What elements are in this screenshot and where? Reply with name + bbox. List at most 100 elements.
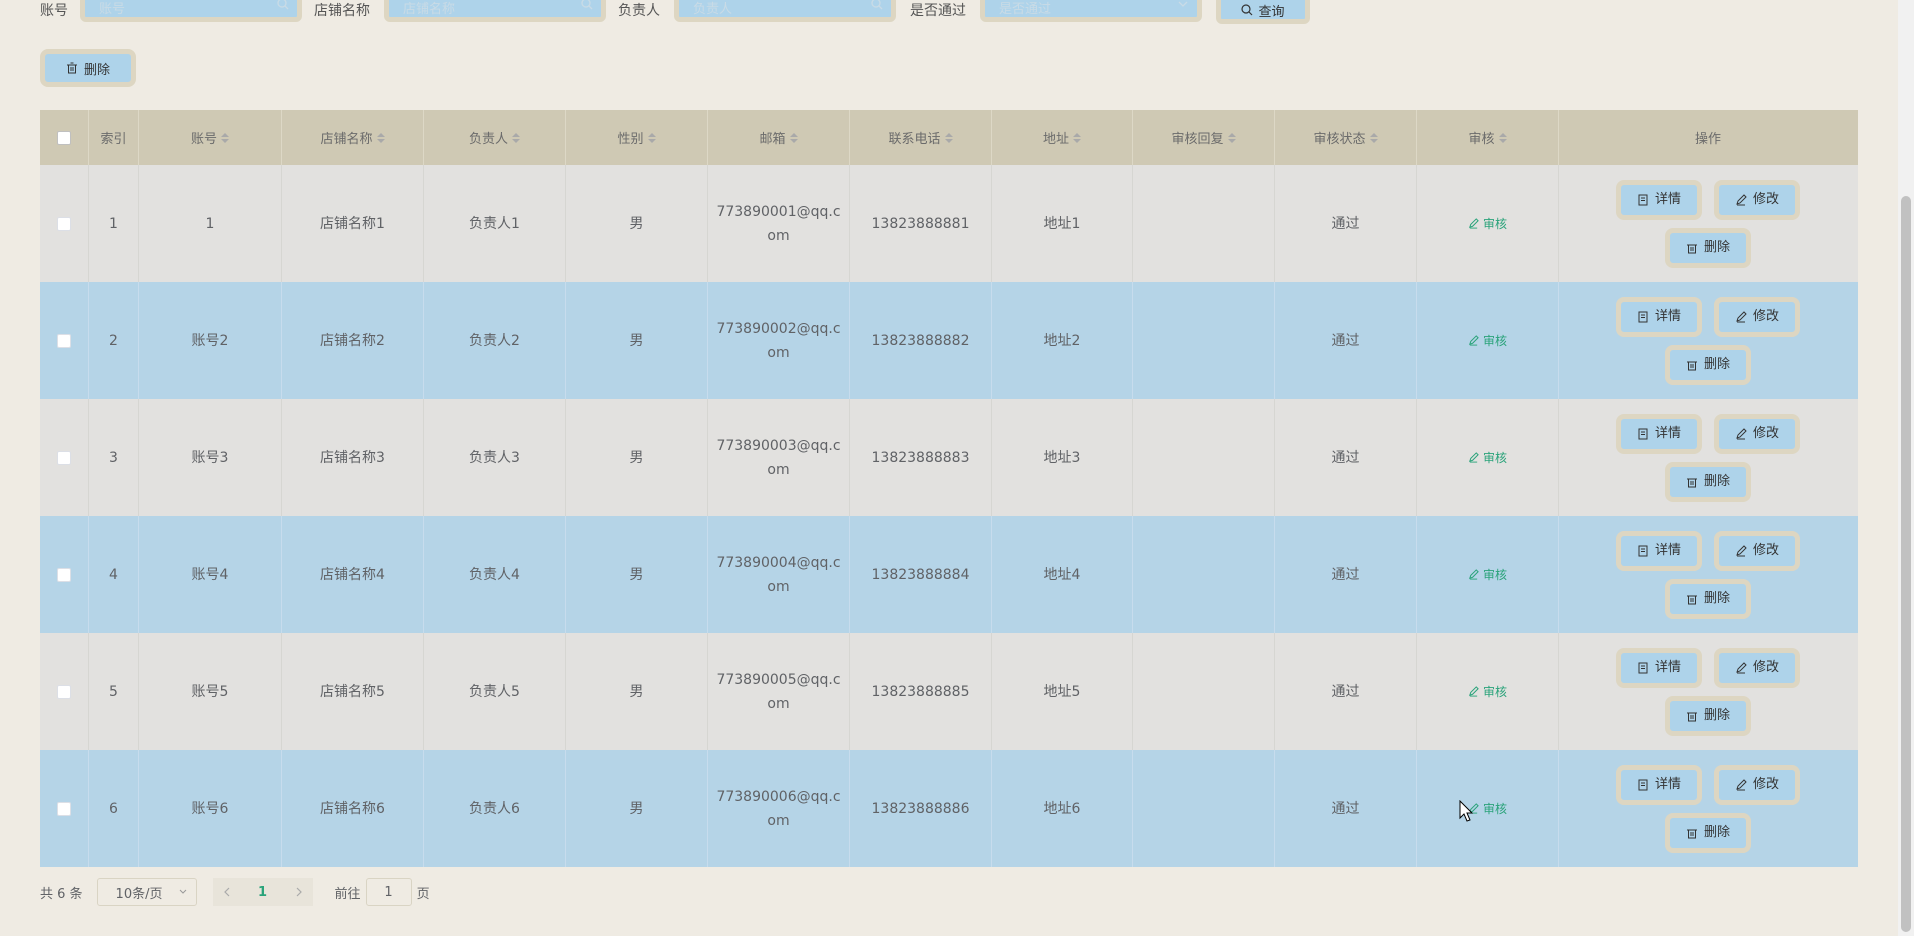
sort-icon[interactable] xyxy=(1498,132,1507,143)
edit-button[interactable]: 修改 xyxy=(1714,296,1800,337)
sort-icon[interactable] xyxy=(1369,132,1378,143)
detail-button[interactable]: 详情 xyxy=(1616,764,1702,805)
cell-email: 773890001@qq.c om xyxy=(708,165,850,282)
email-line: 773890004@qq.c xyxy=(716,554,841,571)
table-row[interactable]: 1 1 店铺名称1 负责人1 男 773890001@qq.c om 13823888881 地… xyxy=(40,165,1858,282)
edit-label: 修改 xyxy=(1752,776,1779,792)
header-address-label: 地址 xyxy=(1042,132,1069,147)
shop-search-input[interactable]: 店铺名称 xyxy=(384,0,606,22)
scroll-thumb[interactable] xyxy=(1901,196,1911,932)
delete-button[interactable]: 删除 xyxy=(1665,227,1751,268)
header-email[interactable]: 邮箱 xyxy=(708,110,850,165)
email-line: om xyxy=(767,812,790,829)
header-audit-reply[interactable]: 审核回复 xyxy=(1133,110,1275,165)
header-manager-label: 负责人 xyxy=(468,132,508,147)
manager-search-input[interactable]: 负责人 xyxy=(674,0,896,22)
row-checkbox[interactable] xyxy=(57,333,71,348)
cell-account: 账号3 xyxy=(139,399,282,516)
header-manager[interactable]: 负责人 xyxy=(424,110,566,165)
header-audit-status[interactable]: 审核状态 xyxy=(1275,110,1417,165)
trash-icon xyxy=(1686,361,1697,370)
row-checkbox[interactable] xyxy=(57,567,71,582)
delete-button[interactable]: 删除 xyxy=(1665,812,1751,853)
table-row[interactable]: 3 账号3 店铺名称3 负责人3 男 773890003@qq.c om 1382388888… xyxy=(40,399,1858,516)
audit-link[interactable]: 审核 xyxy=(1468,329,1507,353)
edit-button[interactable]: 修改 xyxy=(1714,647,1800,688)
edit-label: 修改 xyxy=(1752,308,1779,324)
query-button[interactable]: 查询 xyxy=(1216,0,1310,24)
audit-link[interactable]: 审核 xyxy=(1468,680,1507,704)
detail-button[interactable]: 详情 xyxy=(1616,179,1702,220)
header-gender[interactable]: 性别 xyxy=(566,110,708,165)
cell-gender: 男 xyxy=(566,399,708,516)
row-checkbox[interactable] xyxy=(57,450,71,465)
sort-icon[interactable] xyxy=(789,132,798,143)
cell-index: 2 xyxy=(89,282,139,399)
goto-page-input[interactable]: 1 xyxy=(365,878,412,906)
table-row[interactable]: 5 账号5 店铺名称5 负责人5 男 773890005@qq.c om 1382388888… xyxy=(40,633,1858,750)
edit-button[interactable]: 修改 xyxy=(1714,179,1800,220)
row-checkbox[interactable] xyxy=(57,684,71,699)
audit-link[interactable]: 审核 xyxy=(1468,446,1507,470)
sort-icon[interactable] xyxy=(1227,132,1236,143)
table-row[interactable]: 4 账号4 店铺名称4 负责人4 男 773890004@qq.c om 1382388888… xyxy=(40,516,1858,633)
table-row[interactable]: 6 账号6 店铺名称6 负责人6 男 773890006@qq.c om 1382388888… xyxy=(40,750,1858,867)
cell-address: 地址3 xyxy=(992,399,1133,516)
prev-page-button[interactable] xyxy=(212,878,241,906)
chevron-right-icon xyxy=(296,887,302,897)
edit-button[interactable]: 修改 xyxy=(1714,413,1800,454)
header-audit-reply-label: 审核回复 xyxy=(1171,132,1224,147)
header-phone[interactable]: 联系电话 xyxy=(850,110,992,165)
header-account[interactable]: 账号 xyxy=(139,110,282,165)
cell-actions: 详情 修改删除 xyxy=(1559,633,1857,750)
row-checkbox[interactable] xyxy=(57,216,71,231)
cell-index: 3 xyxy=(89,399,139,516)
header-address[interactable]: 地址 xyxy=(992,110,1133,165)
sort-icon[interactable] xyxy=(221,132,229,143)
detail-button[interactable]: 详情 xyxy=(1616,413,1702,454)
delete-button[interactable]: 删除 xyxy=(1665,695,1751,736)
row-checkbox-cell xyxy=(40,165,89,282)
row-checkbox[interactable] xyxy=(57,801,71,816)
select-all-checkbox[interactable] xyxy=(57,130,71,145)
delete-button[interactable]: 删除 xyxy=(1665,344,1751,385)
detail-button[interactable]: 详情 xyxy=(1616,647,1702,688)
audit-link[interactable]: 审核 xyxy=(1468,563,1507,587)
delete-label: 删除 xyxy=(1703,824,1730,840)
query-label: 查询 xyxy=(1258,4,1285,20)
vertical-scrollbar[interactable] xyxy=(1898,0,1914,936)
edit-button[interactable]: 修改 xyxy=(1714,530,1800,571)
cell-account: 账号2 xyxy=(139,282,282,399)
sort-icon[interactable] xyxy=(944,132,953,143)
cell-audit: 审核 xyxy=(1417,282,1559,399)
cell-address: 地址4 xyxy=(992,516,1133,633)
sort-icon[interactable] xyxy=(647,132,656,143)
passed-select[interactable]: 是否通过 xyxy=(980,0,1202,22)
bulk-delete-button[interactable]: 删除 xyxy=(40,49,136,87)
header-audit[interactable]: 审核 xyxy=(1417,110,1559,165)
table-row[interactable]: 2 账号2 店铺名称2 负责人2 男 773890002@qq.c om 1382388888… xyxy=(40,282,1858,399)
cell-audit-reply xyxy=(1133,282,1275,399)
cell-audit: 审核 xyxy=(1417,165,1559,282)
delete-button[interactable]: 删除 xyxy=(1665,578,1751,619)
edit-label: 修改 xyxy=(1752,542,1779,558)
next-page-button[interactable] xyxy=(284,878,313,906)
detail-button[interactable]: 详情 xyxy=(1616,530,1702,571)
page-size-select[interactable]: 10条/页 xyxy=(96,878,197,906)
cell-phone: 13823888881 xyxy=(850,165,992,282)
edit-button[interactable]: 修改 xyxy=(1714,764,1800,805)
page-nav: 1 xyxy=(212,878,313,906)
cell-address: 地址2 xyxy=(992,282,1133,399)
header-shop-name[interactable]: 店铺名称 xyxy=(282,110,424,165)
header-phone-label: 联系电话 xyxy=(888,132,941,147)
page-number-current[interactable]: 1 xyxy=(240,878,285,906)
cell-gender: 男 xyxy=(566,516,708,633)
sort-icon[interactable] xyxy=(512,132,520,143)
email-line: 773890005@qq.c xyxy=(716,671,841,688)
detail-button[interactable]: 详情 xyxy=(1616,296,1702,337)
delete-button[interactable]: 删除 xyxy=(1665,461,1751,502)
sort-icon[interactable] xyxy=(376,132,385,143)
sort-icon[interactable] xyxy=(1073,132,1081,143)
audit-link[interactable]: 审核 xyxy=(1468,212,1507,236)
account-search-input[interactable]: 账号 xyxy=(80,0,302,22)
